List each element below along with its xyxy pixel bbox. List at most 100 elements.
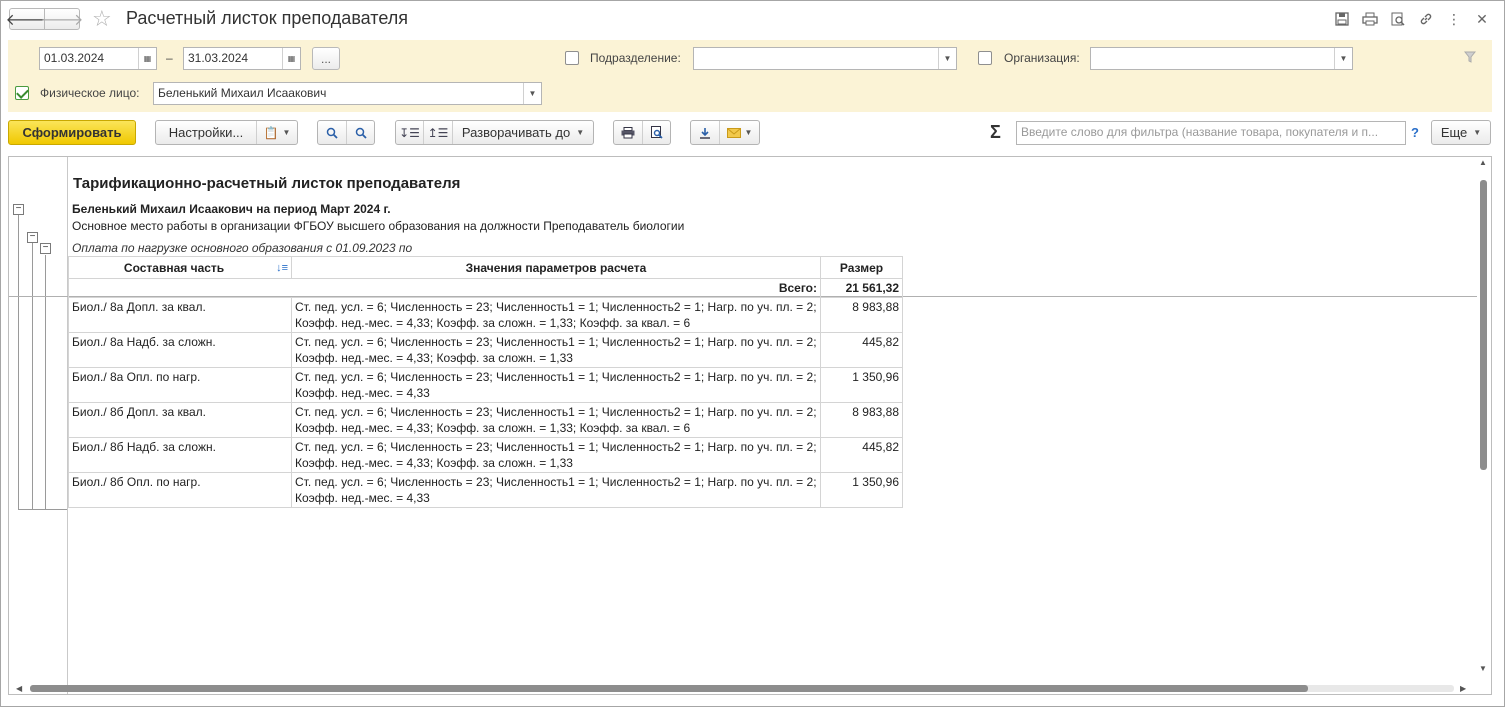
save-file-button[interactable] [691,121,720,144]
settings-button[interactable]: Настройки... [156,121,257,144]
chevron-down-icon: ▼ [1473,128,1482,137]
window-actions: ⋮ ✕ [1333,10,1491,28]
subdivision-checkbox[interactable] [565,51,579,65]
scroll-thumb[interactable] [30,685,1308,692]
help-icon[interactable]: ? [1411,125,1419,140]
close-icon[interactable]: ✕ [1473,10,1491,28]
print-buttons [613,120,671,145]
table-row[interactable]: Биол./ 8а Надб. за сложн. Ст. пед. усл. … [68,332,903,368]
preview-icon[interactable] [1389,10,1407,28]
collapse-group-icon[interactable]: − [40,243,51,254]
params-cell: Ст. пед. усл. = 6; Численность = 23; Чис… [291,437,821,473]
scroll-up-icon[interactable]: ▲ [1479,158,1487,167]
organization-field[interactable]: ▼ [1090,47,1353,70]
date-to-field[interactable]: 31.03.2024 ▦ [183,47,301,70]
arrow-right-icon: 🡒 [40,11,84,29]
vertical-scrollbar[interactable]: ▲ ▼ [1478,158,1488,680]
search-refresh-icon [355,127,367,139]
column-header-label: Составная часть [123,260,225,275]
scroll-right-icon[interactable]: ▶ [1460,684,1466,693]
expand-to-dropdown[interactable]: Разворачивать до ▼ [453,121,593,144]
part-cell: Биол./ 8б Опл. по нагр. [68,472,292,508]
filter-panel: 01.03.2024 ▦ – 31.03.2024 ▦ ... Подразде… [8,40,1492,112]
filter-funnel-icon[interactable] [1463,51,1477,66]
search-buttons [317,120,375,145]
report-subtitle: Беленький Михаил Исаакович на период Мар… [72,202,391,216]
chevron-down-icon: ▼ [744,128,753,137]
grouping-buttons: ↧☰ ↥☰ Разворачивать до ▼ [395,120,594,145]
variants-dropdown[interactable]: 📋 ▼ [257,121,297,144]
date-to-value: 31.03.2024 [188,51,249,65]
report-title: Тарификационно-расчетный листок преподав… [73,175,461,192]
send-email-dropdown[interactable]: ▼ [720,121,759,144]
horizontal-scrollbar[interactable]: ◀ ▶ [8,683,1478,693]
table-body: Биол./ 8а Допл. за квал. Ст. пед. усл. =… [68,297,903,508]
subdivision-label: Подразделение: [590,51,681,65]
find-button[interactable] [318,121,347,144]
more-button[interactable]: Еще ▼ [1431,120,1491,145]
scroll-down-icon[interactable]: ▼ [1479,664,1487,673]
chevron-down-icon[interactable]: ▼ [523,83,541,104]
calendar-icon[interactable]: ▦ [282,48,300,69]
expand-to-label: Разворачивать до [461,125,571,140]
table-row[interactable]: Биол./ 8а Опл. по нагр. Ст. пед. усл. = … [68,367,903,403]
period-select-button[interactable]: ... [312,47,340,70]
sort-icon[interactable]: ↓≡ [276,260,288,276]
collapse-group-icon[interactable]: − [13,204,24,215]
params-cell: Ст. пед. усл. = 6; Численность = 23; Чис… [291,332,821,368]
table-row[interactable]: Биол./ 8а Допл. за квал. Ст. пед. усл. =… [68,297,903,333]
column-header[interactable]: Размер [820,256,903,279]
collapse-group-icon[interactable]: − [27,232,38,243]
total-value: 21 561,32 [820,278,903,298]
params-cell: Ст. пед. усл. = 6; Численность = 23; Чис… [291,367,821,403]
print-preview-button[interactable] [643,121,671,144]
amount-cell: 1 350,96 [820,367,903,403]
params-cell: Ст. пед. усл. = 6; Численность = 23; Чис… [291,472,821,508]
date-from-value: 01.03.2024 [44,51,105,65]
scroll-thumb[interactable] [1480,180,1487,470]
column-header[interactable]: Составная часть ↓≡ [68,256,292,279]
group-line [18,215,19,510]
total-cell-empty [68,278,292,298]
find-next-button[interactable] [347,121,375,144]
person-label: Физическое лицо: [40,86,140,100]
settings-button-group: Настройки... 📋 ▼ [155,120,298,145]
person-checkbox[interactable] [15,86,29,100]
sort-expand-icon: ↧☰ [399,125,420,140]
table-row[interactable]: Биол./ 8б Надб. за сложн. Ст. пед. усл. … [68,437,903,473]
sort-collapse-icon: ↥☰ [427,125,449,140]
search-placeholder: Введите слово для фильтра (название това… [1021,125,1379,139]
report-spreadsheet[interactable]: − − − Тарификационно-расчетный листок пр… [8,156,1492,695]
clipboard-icon: 📋 [263,125,279,140]
column-header[interactable]: Значения параметров расчета [291,256,821,279]
collapse-all-button[interactable]: ↥☰ [424,121,453,144]
print-icon [621,126,635,138]
forward-button[interactable]: 🡒 [41,8,83,30]
generate-button[interactable]: Сформировать [8,120,136,145]
chevron-down-icon[interactable]: ▼ [1334,48,1352,69]
link-icon[interactable] [1417,10,1435,28]
print-button[interactable] [614,121,643,144]
subdivision-field[interactable]: ▼ [693,47,957,70]
organization-checkbox[interactable] [978,51,992,65]
favorite-star-icon[interactable]: ☆ [92,6,112,32]
table-row[interactable]: Биол./ 8б Опл. по нагр. Ст. пед. усл. = … [68,472,903,508]
amount-cell: 1 350,96 [820,472,903,508]
params-cell: Ст. пед. усл. = 6; Численность = 23; Чис… [291,297,821,333]
calendar-icon[interactable]: ▦ [138,48,156,69]
chevron-down-icon[interactable]: ▼ [938,48,956,69]
download-icon [700,127,710,139]
search-input[interactable]: Введите слово для фильтра (название това… [1016,121,1406,145]
part-cell: Биол./ 8б Надб. за сложн. [68,437,292,473]
chevron-down-icon: ▼ [282,128,291,137]
person-field[interactable]: Беленький Михаил Исаакович ▼ [153,82,542,105]
date-from-field[interactable]: 01.03.2024 ▦ [39,47,157,70]
expand-all-button[interactable]: ↧☰ [396,121,424,144]
scroll-left-icon[interactable]: ◀ [16,684,22,693]
save-icon[interactable] [1333,10,1351,28]
search-icon [326,127,338,139]
print-icon[interactable] [1361,10,1379,28]
table-row[interactable]: Биол./ 8б Допл. за квал. Ст. пед. усл. =… [68,402,903,438]
more-vertical-icon[interactable]: ⋮ [1445,10,1463,28]
sum-icon[interactable]: Σ [990,122,1001,143]
